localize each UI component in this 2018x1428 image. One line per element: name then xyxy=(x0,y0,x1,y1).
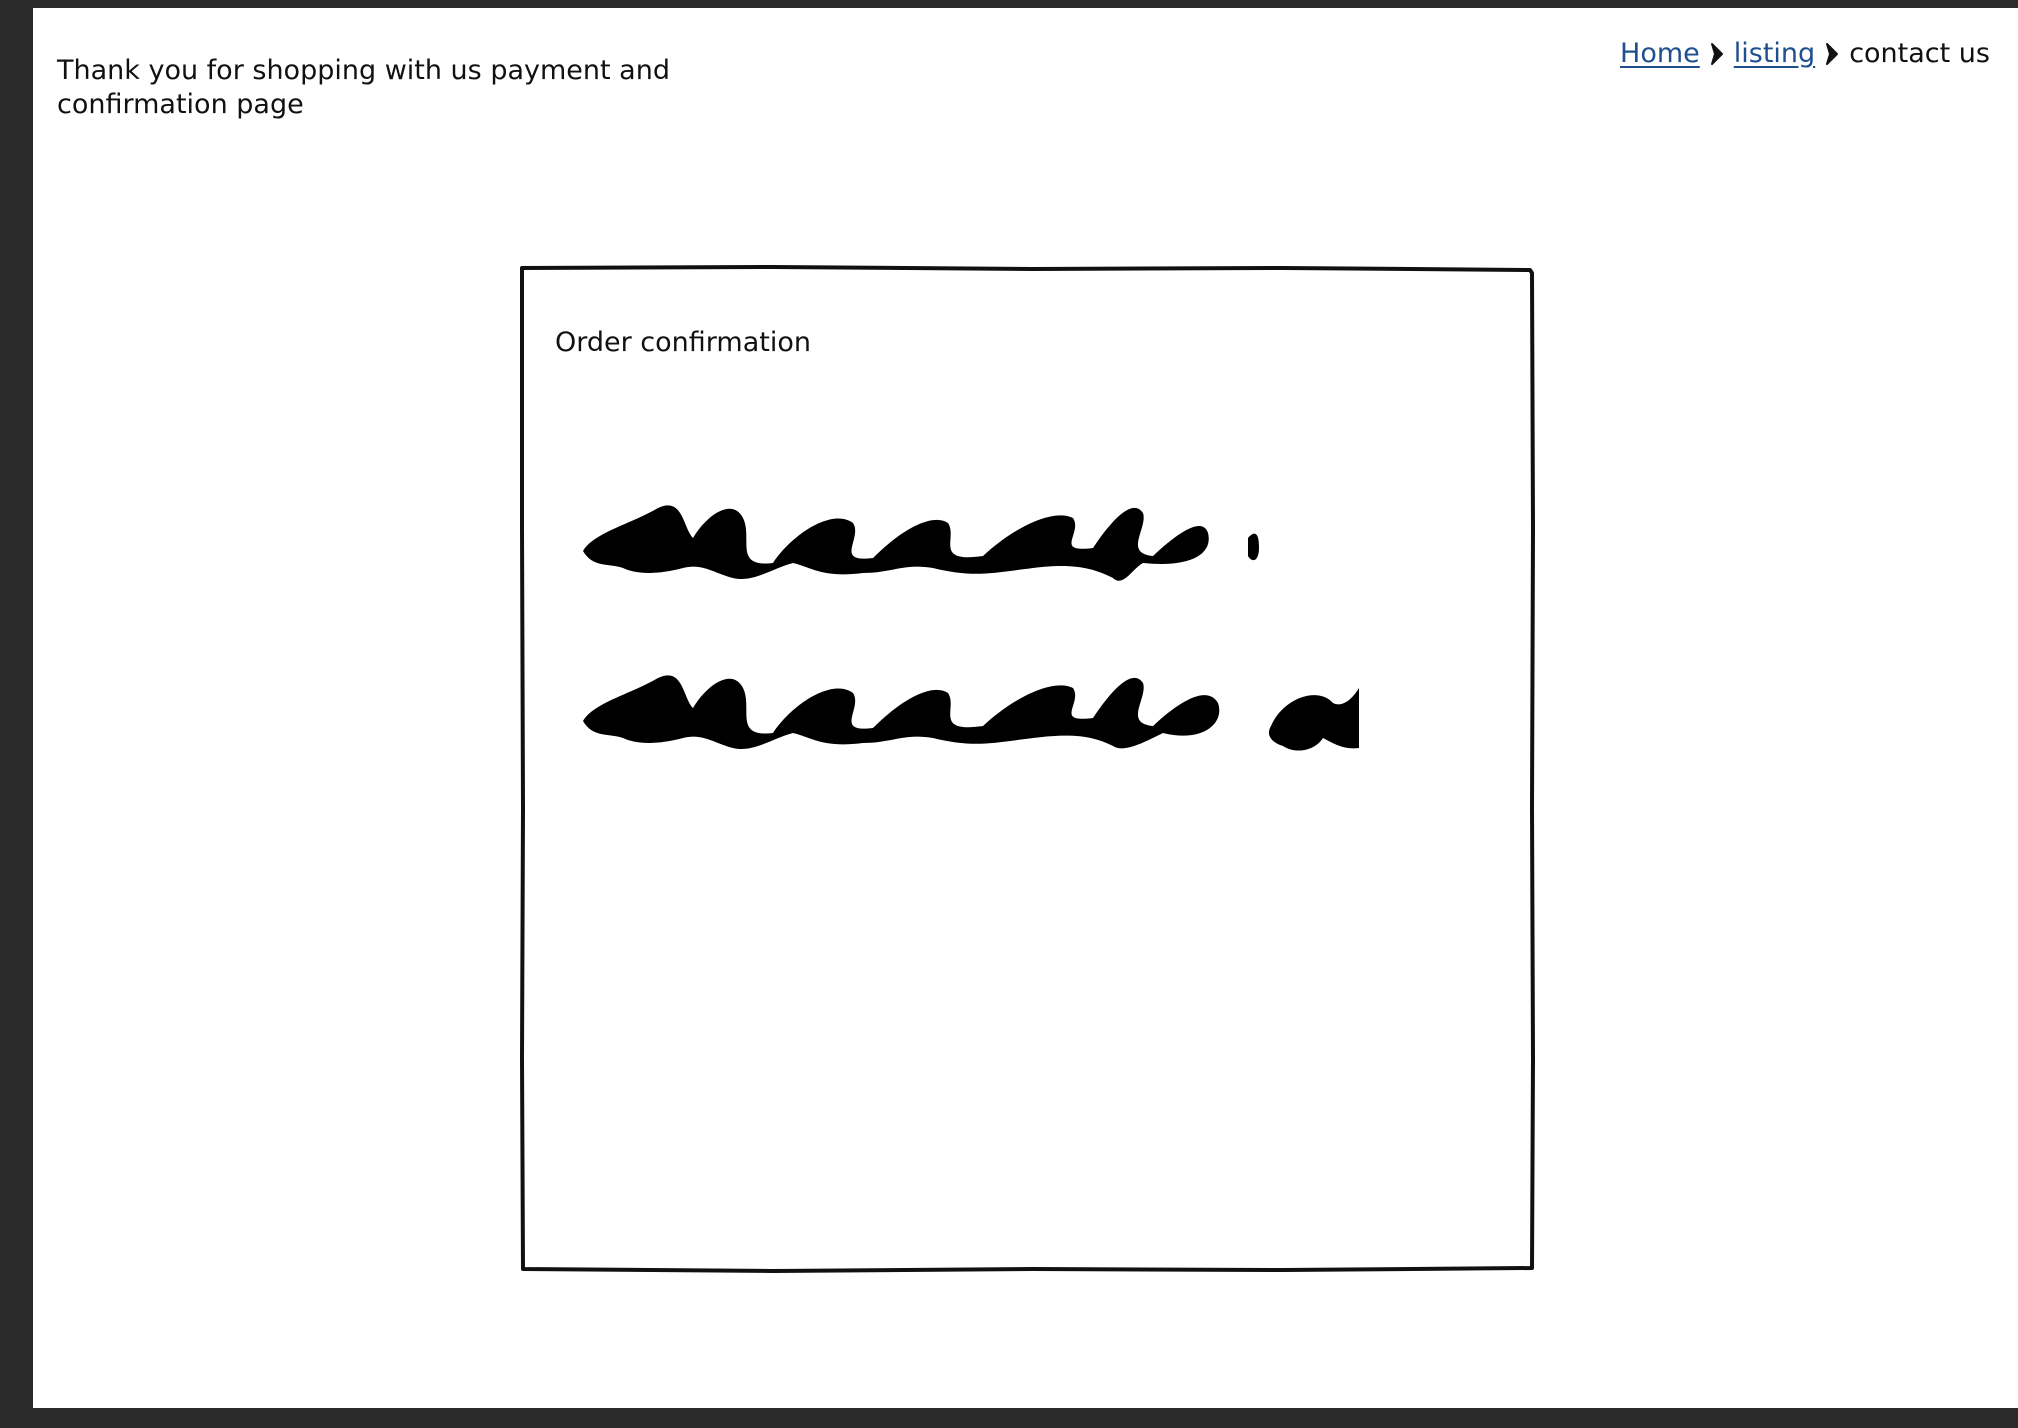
breadcrumb-listing-link[interactable]: listing xyxy=(1734,34,1815,74)
page-title: Thank you for shopping with us payment a… xyxy=(57,55,670,120)
order-confirmation-title: Order confirmation xyxy=(555,327,811,358)
chevron-right-icon xyxy=(1819,41,1845,67)
scribble-line-1 xyxy=(583,505,1209,581)
scribble-line-2 xyxy=(583,675,1220,750)
wireframe-canvas: Thank you for shopping with us payment a… xyxy=(33,8,2018,1408)
breadcrumb: Home listing contact us xyxy=(1620,34,1990,74)
breadcrumb-home-link[interactable]: Home xyxy=(1620,34,1700,74)
order-confirmation-panel xyxy=(520,265,1535,1273)
breadcrumb-current: contact us xyxy=(1849,38,1990,69)
chevron-right-icon xyxy=(1704,41,1730,67)
redacted-text-scribble xyxy=(583,505,1359,751)
